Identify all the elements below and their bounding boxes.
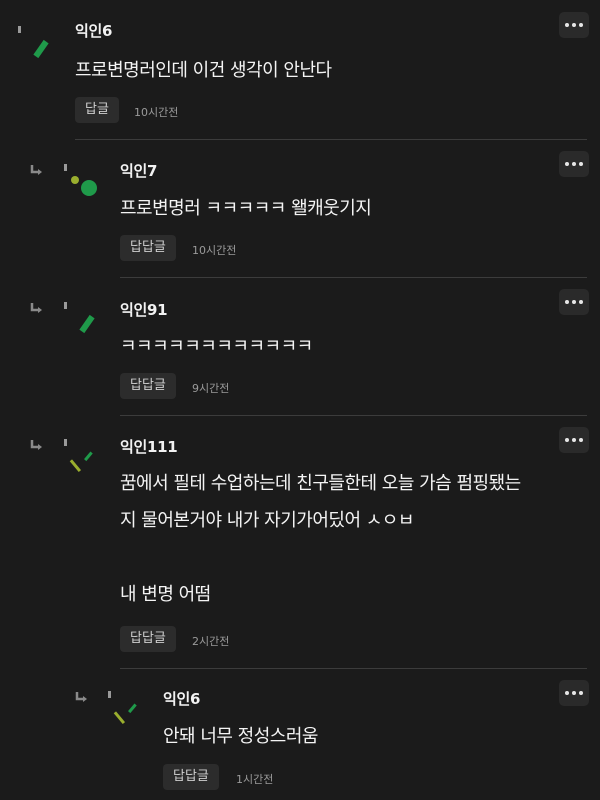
reply-button[interactable]: 답답글 — [120, 373, 176, 399]
divider — [120, 415, 587, 416]
more-options-button[interactable] — [559, 12, 589, 38]
anonymous-avatar-icon — [60, 435, 120, 495]
reply-button[interactable]: 답답글 — [120, 626, 176, 652]
more-options-button[interactable] — [559, 680, 589, 706]
commenter-name: 익인6 — [163, 690, 201, 708]
more-options-button[interactable] — [559, 151, 589, 177]
reply-arrow-icon — [29, 163, 43, 177]
comment-text: ㅋㅋㅋㅋㅋㅋㅋㅋㅋㅋㅋㅋ — [120, 336, 313, 357]
reply-arrow-icon — [29, 438, 43, 452]
comment-text: 프로변명러인데 이건 생각이 안난다 — [75, 60, 332, 81]
anonymous-avatar-icon — [14, 22, 74, 82]
anonymous-avatar-icon — [60, 298, 120, 358]
commenter-name: 익인6 — [75, 22, 113, 40]
comment-text: 프로변명러 ㅋㅋㅋㅋㅋ 왤캐웃기지 — [120, 198, 372, 219]
divider — [75, 139, 587, 140]
timestamp: 2시간전 — [192, 635, 230, 648]
comment-text: 꿈에서 필테 수업하는데 친구들한테 오늘 가슴 펌핑됐는 지 물어본거야 내가… — [120, 473, 521, 605]
comment-text: 안돼 너무 정성스러움 — [163, 726, 318, 747]
timestamp: 10시간전 — [192, 244, 237, 257]
anonymous-avatar-icon — [60, 160, 120, 220]
timestamp: 10시간전 — [134, 106, 179, 119]
anonymous-avatar-icon — [104, 687, 164, 747]
reply-arrow-icon — [29, 301, 43, 315]
commenter-name: 익인7 — [120, 162, 158, 180]
more-options-button[interactable] — [559, 427, 589, 453]
divider — [120, 668, 587, 669]
reply-button[interactable]: 답답글 — [163, 764, 219, 790]
timestamp: 1시간전 — [236, 773, 274, 786]
more-options-button[interactable] — [559, 289, 589, 315]
reply-arrow-icon — [74, 690, 88, 704]
commenter-name: 익인91 — [120, 301, 168, 319]
reply-button[interactable]: 답글 — [75, 97, 119, 123]
commenter-name: 익인111 — [120, 438, 178, 456]
reply-button[interactable]: 답답글 — [120, 235, 176, 261]
divider — [120, 277, 587, 278]
timestamp: 9시간전 — [192, 382, 230, 395]
